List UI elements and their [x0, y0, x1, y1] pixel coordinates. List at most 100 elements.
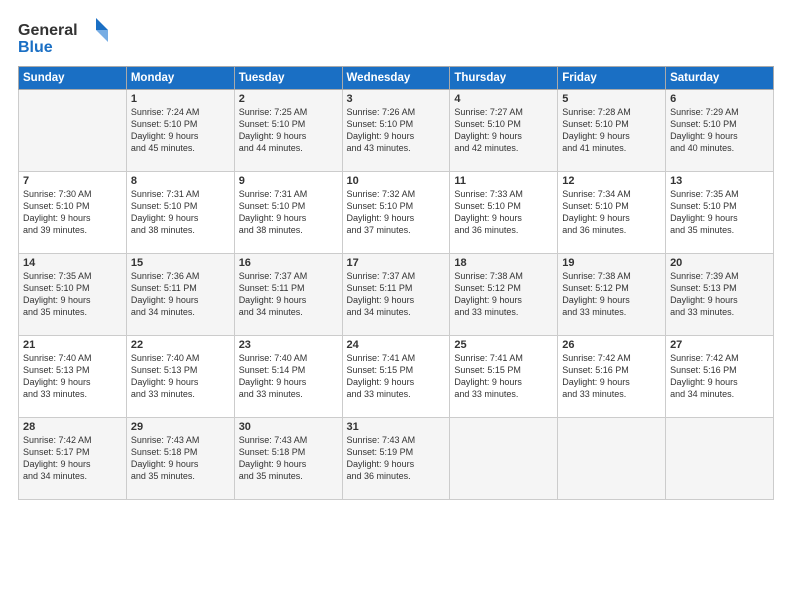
cell-sun-info: Sunrise: 7:41 AM Sunset: 5:15 PM Dayligh… [347, 352, 446, 401]
weekday-header: Sunday [19, 67, 127, 90]
day-number: 1 [131, 93, 230, 105]
calendar-cell: 9Sunrise: 7:31 AM Sunset: 5:10 PM Daylig… [234, 172, 342, 254]
calendar-cell: 20Sunrise: 7:39 AM Sunset: 5:13 PM Dayli… [666, 254, 774, 336]
calendar-cell: 29Sunrise: 7:43 AM Sunset: 5:18 PM Dayli… [126, 418, 234, 500]
cell-sun-info: Sunrise: 7:43 AM Sunset: 5:19 PM Dayligh… [347, 434, 446, 483]
cell-sun-info: Sunrise: 7:26 AM Sunset: 5:10 PM Dayligh… [347, 106, 446, 155]
page: General Blue SundayMondayTuesdayWednesda… [0, 0, 792, 612]
calendar-cell: 1Sunrise: 7:24 AM Sunset: 5:10 PM Daylig… [126, 90, 234, 172]
cell-sun-info: Sunrise: 7:43 AM Sunset: 5:18 PM Dayligh… [131, 434, 230, 483]
day-number: 26 [562, 339, 661, 351]
calendar-cell: 31Sunrise: 7:43 AM Sunset: 5:19 PM Dayli… [342, 418, 450, 500]
day-number: 12 [562, 175, 661, 187]
cell-sun-info: Sunrise: 7:27 AM Sunset: 5:10 PM Dayligh… [454, 106, 553, 155]
calendar-cell: 4Sunrise: 7:27 AM Sunset: 5:10 PM Daylig… [450, 90, 558, 172]
cell-sun-info: Sunrise: 7:31 AM Sunset: 5:10 PM Dayligh… [239, 188, 338, 237]
calendar-cell: 26Sunrise: 7:42 AM Sunset: 5:16 PM Dayli… [558, 336, 666, 418]
day-number: 27 [670, 339, 769, 351]
calendar-cell: 23Sunrise: 7:40 AM Sunset: 5:14 PM Dayli… [234, 336, 342, 418]
cell-sun-info: Sunrise: 7:31 AM Sunset: 5:10 PM Dayligh… [131, 188, 230, 237]
calendar-cell: 16Sunrise: 7:37 AM Sunset: 5:11 PM Dayli… [234, 254, 342, 336]
cell-sun-info: Sunrise: 7:40 AM Sunset: 5:14 PM Dayligh… [239, 352, 338, 401]
cell-sun-info: Sunrise: 7:35 AM Sunset: 5:10 PM Dayligh… [670, 188, 769, 237]
cell-sun-info: Sunrise: 7:38 AM Sunset: 5:12 PM Dayligh… [454, 270, 553, 319]
cell-sun-info: Sunrise: 7:32 AM Sunset: 5:10 PM Dayligh… [347, 188, 446, 237]
cell-sun-info: Sunrise: 7:36 AM Sunset: 5:11 PM Dayligh… [131, 270, 230, 319]
calendar-cell: 28Sunrise: 7:42 AM Sunset: 5:17 PM Dayli… [19, 418, 127, 500]
calendar-cell: 21Sunrise: 7:40 AM Sunset: 5:13 PM Dayli… [19, 336, 127, 418]
calendar-cell: 14Sunrise: 7:35 AM Sunset: 5:10 PM Dayli… [19, 254, 127, 336]
day-number: 3 [347, 93, 446, 105]
svg-text:General: General [18, 22, 78, 39]
calendar-cell: 10Sunrise: 7:32 AM Sunset: 5:10 PM Dayli… [342, 172, 450, 254]
day-number: 13 [670, 175, 769, 187]
calendar-cell: 2Sunrise: 7:25 AM Sunset: 5:10 PM Daylig… [234, 90, 342, 172]
calendar-cell: 6Sunrise: 7:29 AM Sunset: 5:10 PM Daylig… [666, 90, 774, 172]
logo: General Blue [18, 18, 108, 56]
cell-sun-info: Sunrise: 7:43 AM Sunset: 5:18 PM Dayligh… [239, 434, 338, 483]
calendar-cell: 22Sunrise: 7:40 AM Sunset: 5:13 PM Dayli… [126, 336, 234, 418]
calendar-cell: 5Sunrise: 7:28 AM Sunset: 5:10 PM Daylig… [558, 90, 666, 172]
cell-sun-info: Sunrise: 7:34 AM Sunset: 5:10 PM Dayligh… [562, 188, 661, 237]
cell-sun-info: Sunrise: 7:40 AM Sunset: 5:13 PM Dayligh… [131, 352, 230, 401]
cell-sun-info: Sunrise: 7:39 AM Sunset: 5:13 PM Dayligh… [670, 270, 769, 319]
day-number: 9 [239, 175, 338, 187]
cell-sun-info: Sunrise: 7:33 AM Sunset: 5:10 PM Dayligh… [454, 188, 553, 237]
weekday-header: Tuesday [234, 67, 342, 90]
svg-text:Blue: Blue [18, 39, 53, 56]
weekday-header: Monday [126, 67, 234, 90]
day-number: 19 [562, 257, 661, 269]
weekday-header: Saturday [666, 67, 774, 90]
calendar-cell: 8Sunrise: 7:31 AM Sunset: 5:10 PM Daylig… [126, 172, 234, 254]
weekday-header: Thursday [450, 67, 558, 90]
cell-sun-info: Sunrise: 7:42 AM Sunset: 5:17 PM Dayligh… [23, 434, 122, 483]
day-number: 2 [239, 93, 338, 105]
calendar-cell: 7Sunrise: 7:30 AM Sunset: 5:10 PM Daylig… [19, 172, 127, 254]
day-number: 6 [670, 93, 769, 105]
day-number: 8 [131, 175, 230, 187]
day-number: 5 [562, 93, 661, 105]
cell-sun-info: Sunrise: 7:42 AM Sunset: 5:16 PM Dayligh… [562, 352, 661, 401]
day-number: 18 [454, 257, 553, 269]
calendar-cell: 13Sunrise: 7:35 AM Sunset: 5:10 PM Dayli… [666, 172, 774, 254]
day-number: 31 [347, 421, 446, 433]
cell-sun-info: Sunrise: 7:29 AM Sunset: 5:10 PM Dayligh… [670, 106, 769, 155]
cell-sun-info: Sunrise: 7:30 AM Sunset: 5:10 PM Dayligh… [23, 188, 122, 237]
calendar-cell: 27Sunrise: 7:42 AM Sunset: 5:16 PM Dayli… [666, 336, 774, 418]
calendar-cell: 25Sunrise: 7:41 AM Sunset: 5:15 PM Dayli… [450, 336, 558, 418]
calendar-cell [558, 418, 666, 500]
day-number: 24 [347, 339, 446, 351]
cell-sun-info: Sunrise: 7:24 AM Sunset: 5:10 PM Dayligh… [131, 106, 230, 155]
calendar-cell: 3Sunrise: 7:26 AM Sunset: 5:10 PM Daylig… [342, 90, 450, 172]
header: General Blue [18, 18, 774, 56]
day-number: 29 [131, 421, 230, 433]
day-number: 4 [454, 93, 553, 105]
cell-sun-info: Sunrise: 7:28 AM Sunset: 5:10 PM Dayligh… [562, 106, 661, 155]
day-number: 11 [454, 175, 553, 187]
weekday-header: Friday [558, 67, 666, 90]
day-number: 17 [347, 257, 446, 269]
calendar-cell: 11Sunrise: 7:33 AM Sunset: 5:10 PM Dayli… [450, 172, 558, 254]
calendar-cell: 12Sunrise: 7:34 AM Sunset: 5:10 PM Dayli… [558, 172, 666, 254]
calendar-cell: 17Sunrise: 7:37 AM Sunset: 5:11 PM Dayli… [342, 254, 450, 336]
day-number: 21 [23, 339, 122, 351]
day-number: 20 [670, 257, 769, 269]
calendar-cell: 15Sunrise: 7:36 AM Sunset: 5:11 PM Dayli… [126, 254, 234, 336]
weekday-header: Wednesday [342, 67, 450, 90]
calendar-cell [19, 90, 127, 172]
day-number: 28 [23, 421, 122, 433]
day-number: 30 [239, 421, 338, 433]
cell-sun-info: Sunrise: 7:25 AM Sunset: 5:10 PM Dayligh… [239, 106, 338, 155]
cell-sun-info: Sunrise: 7:38 AM Sunset: 5:12 PM Dayligh… [562, 270, 661, 319]
calendar-cell: 18Sunrise: 7:38 AM Sunset: 5:12 PM Dayli… [450, 254, 558, 336]
calendar-cell [666, 418, 774, 500]
calendar-cell: 30Sunrise: 7:43 AM Sunset: 5:18 PM Dayli… [234, 418, 342, 500]
day-number: 10 [347, 175, 446, 187]
cell-sun-info: Sunrise: 7:35 AM Sunset: 5:10 PM Dayligh… [23, 270, 122, 319]
cell-sun-info: Sunrise: 7:40 AM Sunset: 5:13 PM Dayligh… [23, 352, 122, 401]
day-number: 7 [23, 175, 122, 187]
day-number: 15 [131, 257, 230, 269]
calendar-cell: 24Sunrise: 7:41 AM Sunset: 5:15 PM Dayli… [342, 336, 450, 418]
cell-sun-info: Sunrise: 7:37 AM Sunset: 5:11 PM Dayligh… [239, 270, 338, 319]
day-number: 23 [239, 339, 338, 351]
